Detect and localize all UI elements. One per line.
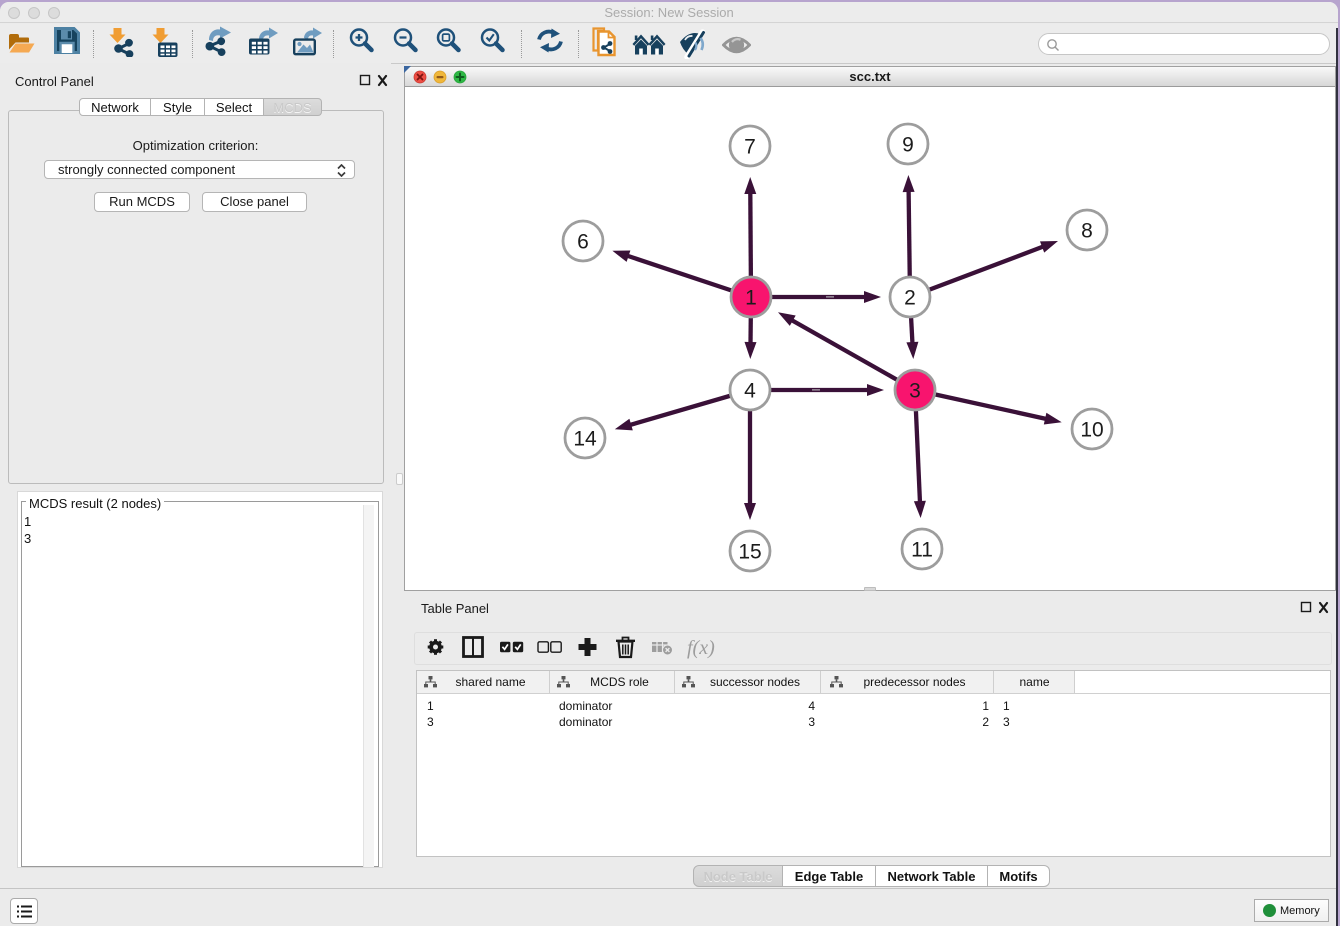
svg-text:2: 2	[904, 287, 916, 310]
svg-text:f(x): f(x)	[687, 637, 715, 659]
svg-text:10: 10	[1080, 419, 1103, 442]
svg-text:6: 6	[577, 231, 589, 254]
svg-text:3: 3	[909, 380, 921, 403]
svg-text:4: 4	[744, 380, 756, 403]
svg-text:9: 9	[902, 134, 914, 157]
svg-text:8: 8	[1081, 220, 1093, 243]
svg-text:15: 15	[738, 541, 761, 564]
svg-text:11: 11	[911, 539, 933, 562]
svg-text:7: 7	[744, 136, 756, 159]
svg-text:14: 14	[573, 428, 597, 451]
svg-text:1: 1	[745, 287, 757, 310]
